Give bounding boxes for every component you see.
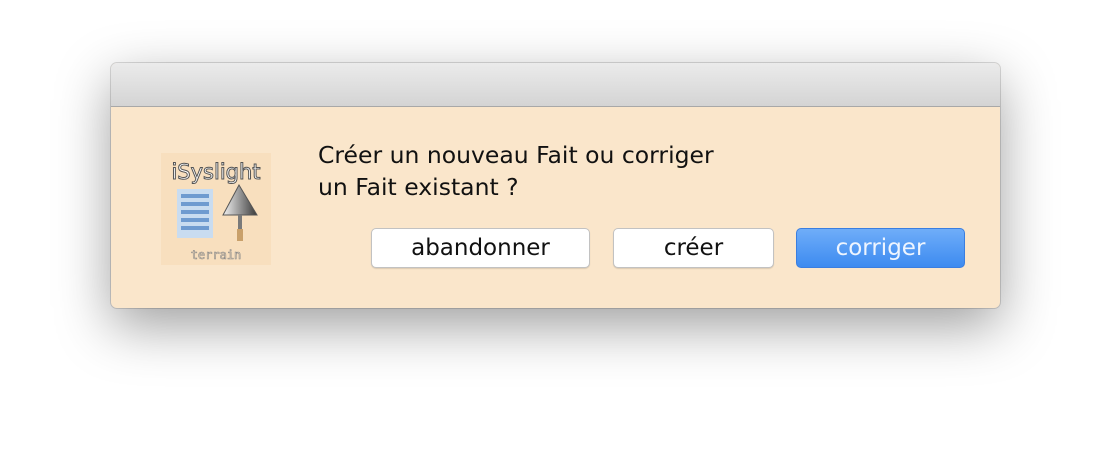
cancel-button[interactable]: abandonner xyxy=(371,228,590,268)
create-button[interactable]: créer xyxy=(613,228,774,268)
title-bar[interactable] xyxy=(111,63,1000,107)
dialog-window: iSyslight terrain Créer un nouveau Fait … xyxy=(111,63,1000,308)
dialog-message: Créer un nouveau Fait ou corriger un Fai… xyxy=(318,139,818,203)
isyslight-icon: iSyslight terrain xyxy=(161,153,271,265)
message-line-1: Créer un nouveau Fait ou corriger xyxy=(318,141,714,169)
message-line-2: un Fait existant ? xyxy=(318,173,519,201)
icon-brand-text: iSyslight xyxy=(171,160,260,184)
correct-button[interactable]: corriger xyxy=(796,228,965,268)
icon-caption-text: terrain xyxy=(191,248,242,262)
